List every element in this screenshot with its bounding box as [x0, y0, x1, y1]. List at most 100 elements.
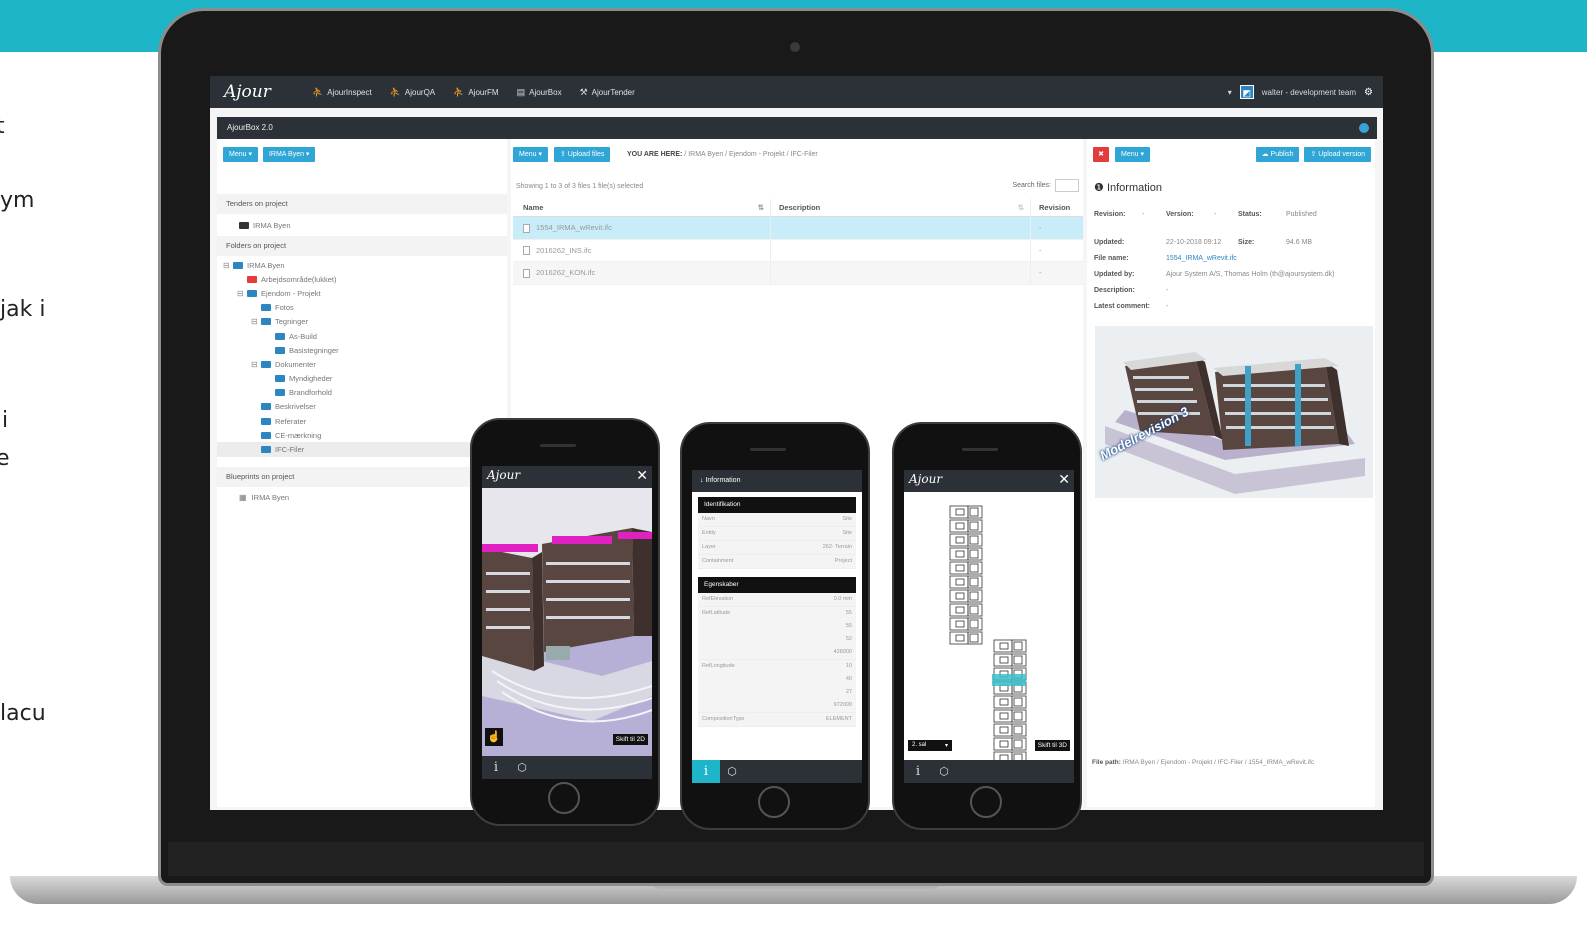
identification-rows: Navn Site Entity Site Layer 262- Terrain Conta… — [692, 513, 862, 569]
hand-pointer-icon[interactable]: ☝ — [485, 728, 503, 746]
column-revision[interactable]: Revision — [1030, 199, 1083, 216]
property-value: 0.0 mm — [833, 596, 852, 602]
sort-icon[interactable]: ⇅ — [1018, 199, 1024, 217]
gear-icon[interactable]: ⚙ — [1364, 87, 1373, 98]
floor-select[interactable]: 2. sal ▾ — [908, 740, 952, 751]
nav-item-ajourfm[interactable]: ⛹ AjourFM — [453, 87, 498, 98]
info-icon[interactable]: i — [904, 764, 932, 779]
collapse-toggle-icon[interactable]: ⊟ — [251, 360, 261, 369]
close-icon[interactable]: ✕ — [1058, 471, 1070, 488]
folder-tree-item[interactable]: Myndigheder — [217, 372, 507, 386]
folder-tree-item[interactable]: ⊟ Ejendom - Projekt — [217, 286, 507, 300]
switch-to-3d-button[interactable]: Skift til 3D — [1034, 740, 1070, 751]
folder-tree-item[interactable]: IFC-Filer — [217, 442, 507, 457]
property-key: Layer — [702, 544, 716, 550]
phone-screen: Ajour ✕ 2. sal ▾ Skift til 3D i ⬡ — [904, 470, 1074, 783]
column-description[interactable]: Description ⇅ — [770, 199, 1030, 216]
ajour-logo: Ajour — [909, 472, 943, 486]
upload-files-button[interactable]: ⇪ Upload files — [553, 147, 611, 162]
stage: t ym jak i i e lacu Ajour ⛹ AjourInspect … — [0, 0, 1587, 952]
info-icon[interactable]: i — [692, 760, 720, 783]
ajour-logo: Ajour — [487, 468, 521, 482]
folder-tree-item[interactable]: Arbejdsområde(lukket) — [217, 272, 507, 286]
project-select-button[interactable]: IRMA Byen ▾ — [262, 147, 316, 162]
folder-tree: ⊟ IRMA Byen Arbejdsområde(lukket) ⊟ Ejendom … — [217, 256, 507, 459]
folder-icon — [239, 221, 249, 229]
info-header[interactable]: ↓ Information — [692, 470, 862, 492]
switch-to-2d-button[interactable]: Skift til 2D — [612, 734, 648, 745]
table-row[interactable]: 1554_IRMA_wRevit.ifc - — [513, 217, 1083, 240]
laptop-camera — [790, 42, 800, 52]
phone-header: Ajour ✕ — [482, 466, 652, 488]
identification-section: Identifikation — [698, 497, 856, 513]
ajour-logo[interactable]: Ajour — [224, 82, 294, 102]
nav-item-ajourtender[interactable]: ⚒ AjourTender — [580, 87, 635, 98]
folder-label: Tegninger — [275, 317, 308, 327]
collapse-toggle-icon[interactable]: ⊟ — [237, 289, 247, 298]
cube-icon[interactable]: ⬡ — [510, 761, 534, 774]
nav-item-ajourinspect[interactable]: ⛹ AjourInspect — [312, 87, 372, 98]
info-icon[interactable]: i — [482, 760, 510, 775]
folder-tree-item[interactable]: Brandforhold — [217, 386, 507, 400]
left-menu-button[interactable]: Menu ▾ — [223, 147, 258, 162]
folder-tree-item[interactable]: As-Build — [217, 329, 507, 343]
phone-toolbar: i ⬡ — [482, 756, 652, 779]
showing-count: Showing 1 to 3 of 3 files 1 file(s) sele… — [516, 183, 644, 190]
dropdown-caret-icon[interactable]: ▾ — [1228, 88, 1232, 97]
tender-item[interactable]: IRMA Byen — [217, 214, 507, 236]
chevron-down-icon: ▾ — [944, 743, 948, 749]
property-value: Site — [842, 516, 852, 522]
collapse-toggle-icon[interactable]: ⊟ — [223, 261, 233, 270]
folder-tree-item[interactable]: Fotos — [217, 301, 507, 315]
close-button[interactable]: ✖ — [1093, 147, 1109, 162]
phone-3d-view: Ajour ✕ ☝ Skift til 2D i ⬡ — [470, 418, 660, 826]
phone-toolbar: i ⬡ — [692, 760, 862, 783]
phone-speaker — [962, 448, 998, 451]
people-icon: ⛹ — [453, 86, 465, 97]
page-text-fragment: jak i — [0, 297, 46, 322]
nav-item-ajourbox[interactable]: ▤ AjourBox — [517, 87, 562, 98]
nav-item-ajourqa[interactable]: ⛹ AjourQA — [390, 87, 435, 98]
middle-toolbar: Menu ▾ ⇪ Upload files — [513, 147, 611, 162]
folder-tree-item[interactable]: CE-mærkning — [217, 428, 507, 442]
folder-tree-item[interactable]: Referater — [217, 414, 507, 428]
folder-icon — [261, 360, 271, 368]
folder-icon — [275, 332, 285, 340]
cube-icon[interactable]: ⬡ — [932, 765, 956, 778]
comment-field: Latest comment: - — [1094, 303, 1169, 310]
table-row[interactable]: 2016262_KON.ifc - — [513, 262, 1083, 285]
search-files-input[interactable] — [1055, 179, 1079, 192]
help-icon[interactable] — [1359, 123, 1369, 133]
table-row[interactable]: 2016262_INS.ifc - — [513, 239, 1083, 262]
cube-icon[interactable]: ⬡ — [720, 765, 744, 778]
folder-tree-item[interactable]: ⊟ Tegninger — [217, 315, 507, 329]
folder-tree-item[interactable]: Beskrivelser — [217, 400, 507, 414]
page-text-fragment: e — [0, 446, 10, 471]
laptop-chin — [168, 842, 1424, 876]
folder-tree-item[interactable]: ⊟ Dokumenter — [217, 357, 507, 371]
column-name[interactable]: Name ⇅ — [513, 199, 770, 216]
company-logo-icon: ◩ — [1239, 85, 1254, 99]
file-path: File path: IRMA Byen / Ejendom - Projekt… — [1092, 759, 1315, 766]
folder-tree-item[interactable]: ⊟ IRMA Byen — [217, 258, 507, 272]
sort-icon[interactable]: ⇅ — [758, 199, 764, 216]
info-panel: ✖ Menu ▾ ☁ Publish ⇪ Upload version ❶ In… — [1087, 139, 1375, 807]
close-icon[interactable]: ✕ — [636, 467, 648, 484]
folder-icon — [275, 375, 285, 383]
property-row: RefLatitude 55 55 52 428000 — [698, 607, 856, 660]
model-preview[interactable]: Modelrevision 3 — [1095, 326, 1373, 498]
folder-tree-item[interactable]: Basistegninger — [217, 343, 507, 357]
collapse-toggle-icon[interactable]: ⊟ — [251, 317, 261, 326]
tenders-header: Tenders on project — [217, 194, 507, 214]
blueprint-item[interactable]: ▦ IRMA Byen — [217, 487, 507, 509]
publish-button[interactable]: ☁ Publish — [1255, 147, 1300, 162]
app-title-bar: AjourBox 2.0 — [217, 117, 1377, 139]
middle-menu-button[interactable]: Menu ▾ — [513, 147, 548, 162]
user-menu[interactable]: walter - development team — [1262, 88, 1356, 97]
upload-version-button[interactable]: ⇪ Upload version — [1304, 147, 1371, 162]
property-value: ELEMENT — [826, 716, 852, 722]
info-title: ❶ Information — [1094, 182, 1162, 194]
filename-link[interactable]: 1554_IRMA_wRevit.ifc — [1166, 255, 1237, 262]
right-menu-button[interactable]: Menu ▾ — [1115, 147, 1150, 162]
folder-icon — [261, 403, 271, 411]
